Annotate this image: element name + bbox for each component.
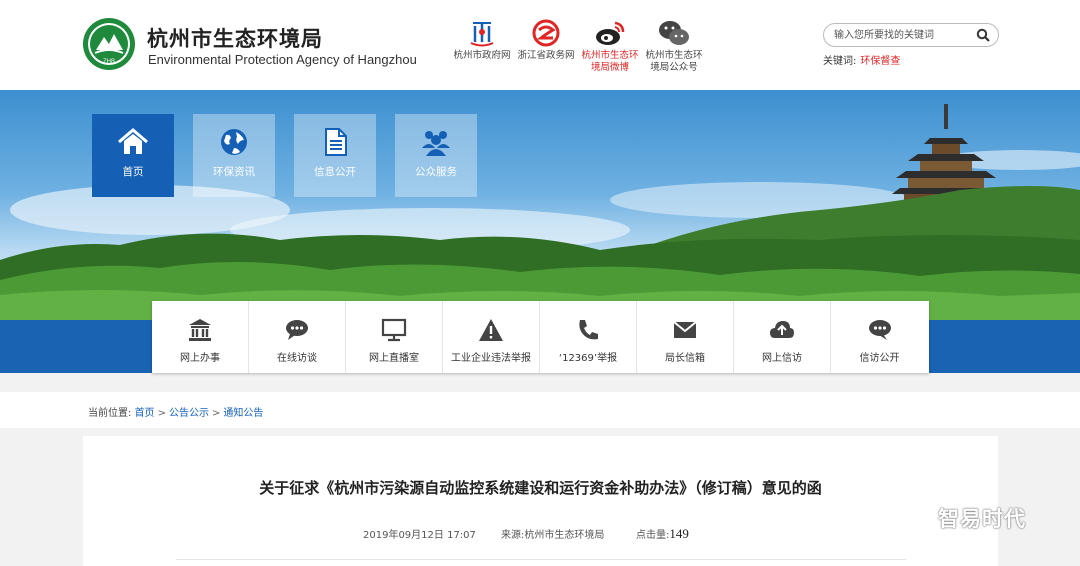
- quick-link-label: 杭州市生态环境局公众号: [645, 50, 703, 73]
- service-12369-report[interactable]: ‘12369’举报: [540, 301, 637, 373]
- search-icon[interactable]: [976, 28, 990, 42]
- globe-icon: [221, 129, 247, 155]
- phone-icon: [579, 320, 598, 340]
- breadcrumb-notices[interactable]: 通知公告: [223, 408, 263, 419]
- quick-link-zhejiang-gov[interactable]: 浙江省政务网: [515, 18, 577, 62]
- monitor-icon: [381, 318, 407, 342]
- search-input[interactable]: [834, 27, 972, 43]
- quick-link-label: 杭州市生态环境局微博: [581, 50, 639, 73]
- quick-link-label: 浙江省政务网: [517, 50, 575, 61]
- service-label: 工业企业违法举报: [451, 353, 531, 364]
- hits-count: 149: [669, 526, 689, 541]
- divider: [176, 559, 906, 560]
- service-label: 网上直播室: [369, 353, 419, 364]
- service-label: 网上办事: [180, 353, 220, 364]
- site-header: ZHB 杭州市生态环境局 Environmental Protection Ag…: [0, 0, 1080, 90]
- zhejiang-gov-icon: [532, 19, 560, 47]
- watermark-text: 智易时代: [938, 507, 1026, 531]
- hangzhou-gov-icon: [470, 22, 494, 47]
- site-subtitle: Environmental Protection Agency of Hangz…: [148, 52, 417, 67]
- nav-tile-disclosure[interactable]: 信息公开: [294, 114, 376, 197]
- service-label: 信访公开: [859, 353, 900, 364]
- breadcrumb-announcements[interactable]: 公告公示: [169, 408, 209, 419]
- breadcrumb-bar: 当前位置: 首页 > 公告公示 > 通知公告: [0, 392, 1080, 428]
- chat-bubble-icon: [286, 320, 308, 340]
- weibo-icon: [596, 21, 625, 45]
- home-icon: [118, 128, 148, 154]
- people-icon: [422, 131, 450, 156]
- article-title: 关于征求《杭州市污染源自动监控系统建设和运行资金补助办法》（修订稿）意见的函: [259, 479, 822, 497]
- service-label: 局长信箱: [665, 353, 705, 364]
- quick-link-weibo[interactable]: 杭州市生态环境局微博: [579, 18, 641, 74]
- service-online-interview[interactable]: 在线访谈: [249, 301, 346, 373]
- service-industrial-report[interactable]: 工业企业违法举报: [443, 301, 540, 373]
- service-live-room[interactable]: 网上直播室: [346, 301, 443, 373]
- service-label: 网上信访: [762, 353, 802, 364]
- hero-banner: 首页 环保资讯 信息公开 公众服务: [0, 90, 1080, 320]
- site-title: 杭州市生态环境局: [147, 27, 323, 51]
- breadcrumb-separator: >: [157, 408, 166, 419]
- nav-tile-label: 环保资讯: [213, 166, 255, 178]
- service-online-petition[interactable]: 网上信访: [734, 301, 831, 373]
- article-source: 来源:杭州市生态环境局: [501, 530, 605, 541]
- quick-link-label: 杭州市政府网: [453, 50, 511, 61]
- nav-tile-label: 首页: [122, 166, 144, 178]
- keywords-label: 关键词:: [823, 56, 857, 67]
- service-bar: 网上办事 在线访谈 网上直播室 工业企业违法举报 ‘12369’举报 局长信箱 …: [152, 301, 929, 373]
- keyword-link[interactable]: 环保督查: [860, 56, 900, 67]
- service-petition-disclosure[interactable]: 信访公开: [831, 301, 928, 373]
- wechat-watermark-icon: [892, 506, 927, 531]
- breadcrumb-home[interactable]: 首页: [135, 408, 155, 419]
- cloud-upload-icon: [770, 321, 794, 338]
- warning-icon: [479, 319, 503, 341]
- service-online-affairs[interactable]: 网上办事: [152, 301, 249, 373]
- breadcrumb-prefix: 当前位置:: [88, 408, 132, 419]
- comment-icon: [868, 320, 891, 340]
- article-panel: 关于征求《杭州市污染源自动监控系统建设和运行资金补助办法》（修订稿）意见的函 2…: [83, 436, 998, 566]
- watermark: 智易时代: [890, 503, 1025, 533]
- nav-tile-home[interactable]: 首页: [92, 114, 174, 197]
- service-director-mailbox[interactable]: 局长信箱: [637, 301, 734, 373]
- quick-link-wechat[interactable]: 杭州市生态环境局公众号: [643, 18, 705, 74]
- nav-tile-label: 公众服务: [415, 166, 457, 178]
- article-hits: 点击量:149: [636, 526, 689, 542]
- nav-tile-label: 信息公开: [314, 166, 356, 178]
- nav-tile-public-service[interactable]: 公众服务: [395, 114, 477, 197]
- breadcrumb: 当前位置: 首页 > 公告公示 > 通知公告: [88, 404, 263, 419]
- quick-link-hangzhou-gov[interactable]: 杭州市政府网: [451, 18, 513, 62]
- keywords-line: 关键词: 环保督查: [823, 52, 900, 67]
- logo-letters: ZHB: [103, 59, 115, 65]
- hits-label: 点击量:: [636, 530, 670, 541]
- wechat-icon: [659, 21, 689, 45]
- nav-tile-news[interactable]: 环保资讯: [193, 114, 275, 197]
- agency-logo[interactable]: ZHB: [82, 17, 136, 71]
- article-date: 2019年09月12日 17:07: [363, 530, 476, 541]
- institution-icon: [189, 319, 211, 341]
- breadcrumb-separator: >: [211, 408, 221, 419]
- service-label: 在线访谈: [277, 353, 317, 364]
- search-box: [823, 23, 999, 47]
- envelope-icon: [673, 321, 697, 338]
- service-label: ‘12369’举报: [558, 353, 618, 364]
- document-icon: [325, 128, 347, 156]
